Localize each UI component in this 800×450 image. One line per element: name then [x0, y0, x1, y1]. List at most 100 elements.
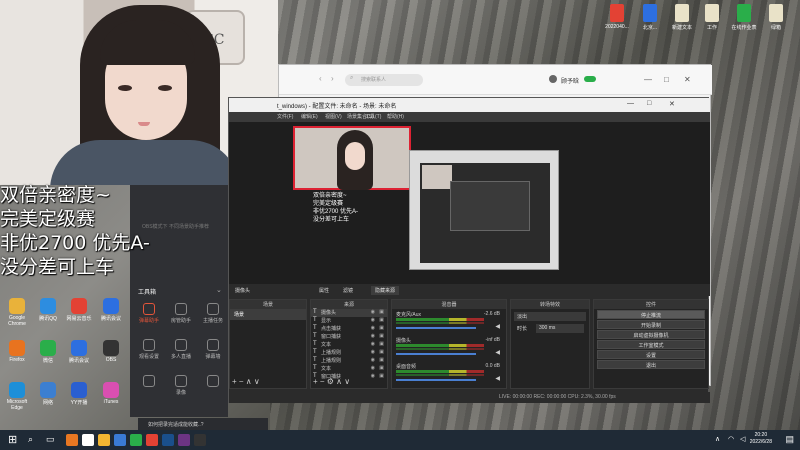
- taskbar-app-icon[interactable]: [82, 434, 94, 446]
- start-recording-button[interactable]: 开始录制: [597, 320, 705, 329]
- tool-item[interactable]: 观看设置: [134, 339, 164, 360]
- source-controls[interactable]: + − ⚙ ∧ ∨: [313, 377, 350, 386]
- tool-item[interactable]: 多人直播: [166, 339, 196, 360]
- obs-maximize-button[interactable]: □: [647, 100, 651, 107]
- desktop-file-icon[interactable]: 在线作业表: [730, 4, 758, 31]
- source-item[interactable]: 摄像头◉▣: [311, 309, 387, 317]
- notification-center-icon[interactable]: ▤: [785, 434, 794, 445]
- taskbar-app-icon[interactable]: [146, 434, 158, 446]
- taskbar-app-icon[interactable]: [194, 434, 206, 446]
- desktop-file-icon[interactable]: 2022040...: [603, 4, 631, 30]
- desktop-icon[interactable]: 微信: [33, 340, 63, 364]
- settings-button[interactable]: 设置: [597, 350, 705, 359]
- desktop-file-icon[interactable]: 绿箱: [762, 4, 790, 31]
- lock-icon[interactable]: ▣: [379, 309, 384, 315]
- visibility-icon[interactable]: ◉: [371, 317, 375, 323]
- taskbar-app-icon[interactable]: [66, 434, 78, 446]
- obs-preview[interactable]: 双倍亲密度~ 完美定级赛 非优2700 优先A- 没分差可上车: [229, 122, 710, 284]
- tray-chevron-icon[interactable]: ∧: [715, 435, 720, 443]
- desktop-icon[interactable]: 网络: [33, 382, 63, 406]
- mute-icon[interactable]: ◀: [495, 375, 500, 382]
- task-view-icon[interactable]: ▭: [46, 434, 55, 445]
- taskbar-app-icon[interactable]: [162, 434, 174, 446]
- obs-close-button[interactable]: ✕: [669, 100, 675, 108]
- tool-item[interactable]: 录像: [166, 375, 196, 396]
- desktop-file-icon[interactable]: 工作: [698, 4, 726, 31]
- desktop-icon[interactable]: 网易云音乐: [64, 298, 94, 322]
- scene-item[interactable]: 场景: [230, 309, 306, 320]
- search-icon[interactable]: ⌕: [28, 434, 33, 445]
- filters-button[interactable]: 滤镜: [343, 287, 353, 294]
- tool-item[interactable]: 房管助手: [166, 303, 196, 324]
- close-button[interactable]: ✕: [684, 75, 691, 84]
- desktop-file-icon[interactable]: 北京...: [636, 4, 664, 31]
- desktop-icon[interactable]: 腾讯会议: [96, 298, 126, 322]
- lock-icon[interactable]: ▣: [379, 341, 384, 347]
- lock-icon[interactable]: ▣: [379, 349, 384, 355]
- visibility-icon[interactable]: ◉: [371, 365, 375, 371]
- desktop-icon[interactable]: Firefox: [2, 340, 32, 363]
- volume-slider[interactable]: [396, 327, 476, 329]
- taskbar-app-icon[interactable]: [114, 434, 126, 446]
- duration-input[interactable]: 300 ms: [536, 324, 584, 333]
- tool-item[interactable]: 主播任务: [198, 303, 228, 324]
- exit-button[interactable]: 退出: [597, 360, 705, 369]
- tool-item[interactable]: 弹幕助手: [134, 303, 164, 324]
- lock-icon[interactable]: ▣: [379, 333, 384, 339]
- volume-slider[interactable]: [396, 353, 476, 355]
- taskbar-app-icon[interactable]: [178, 434, 190, 446]
- lock-icon[interactable]: ▣: [379, 365, 384, 371]
- mute-icon[interactable]: ◀: [495, 349, 500, 356]
- lock-icon[interactable]: ▣: [379, 373, 384, 379]
- menu-file[interactable]: 文件(F): [277, 113, 293, 120]
- source-item[interactable]: 上播规则◉▣: [311, 357, 387, 365]
- stop-streaming-button[interactable]: 停止推流: [597, 310, 705, 319]
- preview-camera-source[interactable]: [293, 126, 411, 190]
- tool-item[interactable]: [134, 375, 164, 389]
- virtual-camera-button[interactable]: 启动虚拟摄像机: [597, 330, 705, 339]
- taskbar-app-icon[interactable]: [98, 434, 110, 446]
- hide-source-button[interactable]: 隐藏来源: [371, 286, 400, 295]
- desktop-icon[interactable]: Microsoft Edge: [2, 382, 32, 411]
- volume-icon[interactable]: ◁: [740, 435, 745, 443]
- tool-item[interactable]: [198, 375, 228, 389]
- source-item[interactable]: 点击捕获◉▣: [311, 325, 387, 333]
- visibility-icon[interactable]: ◉: [371, 333, 375, 339]
- transition-select[interactable]: 淡出: [514, 312, 586, 321]
- desktop-icon[interactable]: Google Chrome: [2, 298, 32, 327]
- visibility-icon[interactable]: ◉: [371, 309, 375, 315]
- visibility-icon[interactable]: ◉: [371, 349, 375, 355]
- notification-bar[interactable]: 如何把录完适成能收藏..?: [138, 418, 268, 430]
- menu-edit[interactable]: 编辑(E): [301, 113, 318, 120]
- studio-mode-button[interactable]: 工作室模式: [597, 340, 705, 349]
- volume-slider[interactable]: [396, 379, 476, 381]
- lock-icon[interactable]: ▣: [379, 317, 384, 323]
- mute-icon[interactable]: ◀: [495, 323, 500, 330]
- maximize-button[interactable]: □: [664, 75, 669, 84]
- source-item[interactable]: 文本◉▣: [311, 341, 387, 349]
- back-icon[interactable]: ‹: [319, 74, 322, 83]
- source-item[interactable]: 窗口捕获◉▣: [311, 333, 387, 341]
- avatar[interactable]: [549, 75, 557, 83]
- properties-button[interactable]: 属性: [319, 287, 329, 294]
- scene-controls[interactable]: + − ∧ ∨: [232, 377, 260, 386]
- obs-minimize-button[interactable]: —: [627, 100, 634, 107]
- forward-icon[interactable]: ›: [331, 74, 334, 83]
- lock-icon[interactable]: ▣: [379, 325, 384, 331]
- desktop-icon[interactable]: 腾讯会议: [64, 340, 94, 364]
- visibility-icon[interactable]: ◉: [371, 325, 375, 331]
- taskbar-app-icon[interactable]: [130, 434, 142, 446]
- collapse-icon[interactable]: ⌄: [216, 286, 222, 294]
- visibility-icon[interactable]: ◉: [371, 357, 375, 363]
- visibility-icon[interactable]: ◉: [371, 341, 375, 347]
- menu-tools[interactable]: 工具(T): [365, 113, 381, 120]
- source-item[interactable]: 显示◉▣: [311, 317, 387, 325]
- windows-start-icon[interactable]: ⊞: [8, 433, 17, 446]
- visibility-icon[interactable]: ◉: [371, 373, 375, 379]
- search-input[interactable]: ⌕ 搜索联系人: [345, 74, 423, 86]
- lock-icon[interactable]: ▣: [379, 357, 384, 363]
- desktop-icon[interactable]: 腾讯QQ: [33, 298, 63, 322]
- desktop-file-icon[interactable]: 新建文本: [668, 4, 696, 31]
- menu-view[interactable]: 视图(V): [325, 113, 342, 120]
- minimize-button[interactable]: —: [644, 75, 652, 84]
